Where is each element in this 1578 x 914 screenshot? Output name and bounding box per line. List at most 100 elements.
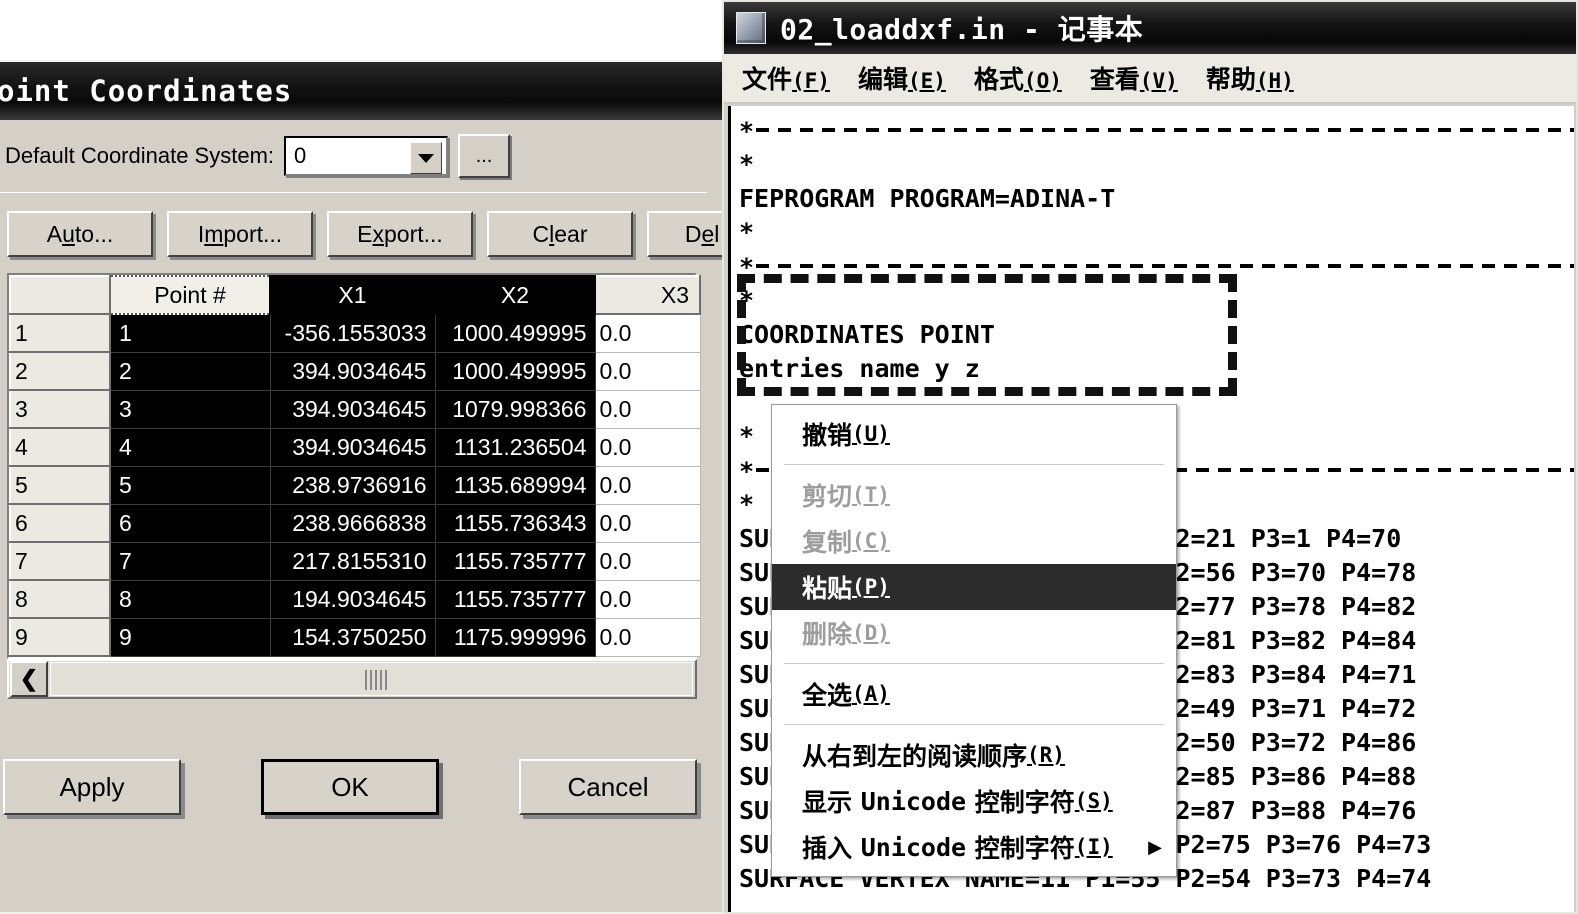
chevron-down-icon[interactable]: [410, 142, 443, 174]
menu-format[interactable]: 格式(O): [974, 60, 1062, 96]
context-menu-item-select-all[interactable]: 全选 (A): [772, 671, 1176, 717]
col-header-point[interactable]: Point #: [109, 275, 271, 315]
cell-point[interactable]: 4: [109, 427, 271, 467]
cell-point[interactable]: 9: [109, 617, 271, 657]
delete-row-button-label: Del Ro: [684, 220, 723, 247]
cell-x1[interactable]: 238.9736916: [269, 465, 436, 505]
context-menu-item-delete[interactable]: 删除 (D): [772, 610, 1176, 656]
cell-x2[interactable]: 1175.999996: [434, 617, 596, 657]
cell-x1[interactable]: 154.3750250: [269, 617, 436, 657]
col-header-x1[interactable]: X1: [269, 275, 436, 315]
cell-x3[interactable]: 0.0: [594, 541, 701, 581]
export-button[interactable]: Export...: [327, 211, 473, 257]
asterisk-glyph: *: [739, 252, 755, 282]
cell-x2[interactable]: 1155.735777: [434, 541, 596, 581]
cell-point[interactable]: 5: [109, 465, 271, 505]
table-row[interactable]: 8 8 194.9034645 1155.735777 0.0: [9, 579, 701, 619]
table-row[interactable]: 1 1 -356.1553033 1000.499995 0.0: [9, 313, 701, 353]
cell-x1[interactable]: 394.9034645: [269, 427, 436, 467]
notepad-menubar: 文件(F) 编辑(E) 格式(O) 查看(V) 帮助(H): [724, 54, 1576, 104]
cell-x1[interactable]: 217.8155310: [269, 541, 436, 581]
cell-x2[interactable]: 1155.735777: [434, 579, 596, 619]
table-body: 1 1 -356.1553033 1000.499995 0.0 2 2 394…: [9, 313, 701, 657]
context-menu: 撤销 (U) 剪切 (T) 复制 (C) 粘贴 (P) 删除 (D) 全选 (A) 从右到左…: [771, 404, 1177, 877]
cell-point[interactable]: 3: [109, 389, 271, 429]
dialog-title: oint Coordinates: [0, 74, 293, 108]
row-index: 5: [9, 465, 111, 505]
notepad-window: 02_loaddxf.in - 记事本 文件(F) 编辑(E) 格式(O) 查看…: [722, 0, 1578, 914]
dialog-body: Default Coordinate System: 0 ... Auto...…: [0, 120, 723, 815]
cell-x2[interactable]: 1135.689994: [434, 465, 596, 505]
cell-x3[interactable]: 0.0: [594, 579, 701, 619]
context-menu-item-rtl-reading-order[interactable]: 从右到左的阅读顺序 (R): [772, 732, 1176, 778]
coordinate-system-combo[interactable]: 0: [284, 136, 449, 176]
import-button[interactable]: Import...: [167, 211, 313, 257]
cell-x3[interactable]: 0.0: [594, 389, 701, 429]
col-header-x2[interactable]: X2: [434, 275, 596, 315]
cell-x3[interactable]: 0.0: [594, 313, 701, 353]
cell-x2[interactable]: 1131.236504: [434, 427, 596, 467]
coordinate-system-label: Default Coordinate System:: [5, 143, 275, 168]
cell-x2[interactable]: 1000.499995: [434, 313, 596, 353]
ok-button[interactable]: OK: [261, 759, 439, 815]
context-menu-item-cut[interactable]: 剪切 (T): [772, 472, 1176, 518]
dialog-titlebar: oint Coordinates: [0, 62, 723, 120]
col-header-x3[interactable]: X3: [594, 275, 701, 315]
cell-point[interactable]: 7: [109, 541, 271, 581]
text-line: entries name y z: [739, 354, 980, 383]
table-row[interactable]: 7 7 217.8155310 1155.735777 0.0: [9, 541, 701, 581]
cell-x3[interactable]: 0.0: [594, 617, 701, 657]
scrollbar-grip[interactable]: [365, 670, 388, 690]
col-header-index[interactable]: [9, 275, 111, 315]
cell-point[interactable]: 8: [109, 579, 271, 619]
cell-x2[interactable]: 1155.736343: [434, 503, 596, 543]
text-line: *: [739, 150, 755, 179]
cell-x1[interactable]: 194.9034645: [269, 579, 436, 619]
row-index: 3: [9, 389, 111, 429]
context-menu-item-copy[interactable]: 复制 (C): [772, 518, 1176, 564]
import-button-label: Import...: [197, 220, 283, 247]
context-menu-item-show-unicode-control-chars[interactable]: 显示 Unicode 控制字符 (S): [772, 778, 1176, 824]
cell-x3[interactable]: 0.0: [594, 503, 701, 543]
cell-point[interactable]: 1: [109, 313, 271, 353]
table-row[interactable]: 3 3 394.9034645 1079.998366 0.0: [9, 389, 701, 429]
table-row[interactable]: 9 9 154.3750250 1175.999996 0.0: [9, 617, 701, 657]
scroll-left-icon[interactable]: ❮: [10, 661, 48, 697]
dashed-rule: [756, 128, 1574, 132]
coordinates-grid[interactable]: Point # X1 X2 X3 1 1 -356.1553033 1000.4…: [7, 273, 701, 659]
cell-x1[interactable]: -356.1553033: [269, 313, 436, 353]
point-coordinates-dialog: oint Coordinates Default Coordinate Syst…: [0, 60, 725, 914]
table-row[interactable]: 6 6 238.9666838 1155.736343 0.0: [9, 503, 701, 543]
auto-button[interactable]: Auto...: [7, 211, 153, 257]
cell-x2[interactable]: 1000.499995: [434, 351, 596, 391]
cell-x1[interactable]: 394.9034645: [269, 389, 436, 429]
text-line: COORDINATES POINT: [739, 320, 995, 349]
apply-button[interactable]: Apply: [3, 759, 181, 815]
menu-view[interactable]: 查看(V): [1090, 60, 1178, 96]
table-row[interactable]: 2 2 394.9034645 1000.499995 0.0: [9, 351, 701, 391]
context-menu-item-insert-unicode-control-char[interactable]: 插入 Unicode 控制字符 (I) ▶: [772, 824, 1176, 870]
delete-row-button[interactable]: Del Ro: [647, 211, 723, 257]
table-row[interactable]: 5 5 238.9736916 1135.689994 0.0: [9, 465, 701, 505]
coordinate-system-browse-button[interactable]: ...: [458, 134, 511, 178]
menu-help[interactable]: 帮助(H): [1206, 60, 1294, 96]
menu-file[interactable]: 文件(F): [742, 60, 830, 96]
cell-x3[interactable]: 0.0: [594, 427, 701, 467]
grid-horizontal-scrollbar[interactable]: ❮: [7, 659, 697, 699]
coordinate-system-row: Default Coordinate System: 0 ...: [0, 120, 707, 193]
cancel-button[interactable]: Cancel: [519, 759, 697, 815]
cell-point[interactable]: 6: [109, 503, 271, 543]
clear-button[interactable]: Clear: [487, 211, 633, 257]
scrollbar-track[interactable]: [50, 662, 693, 696]
menu-edit[interactable]: 编辑(E): [858, 60, 946, 96]
table-row[interactable]: 4 4 394.9034645 1131.236504 0.0: [9, 427, 701, 467]
notepad-text-area[interactable]: * * FEPROGRAM PROGRAM=ADINA-T * * * COOR…: [728, 106, 1574, 912]
context-menu-item-undo[interactable]: 撤销 (U): [772, 411, 1176, 457]
cell-x1[interactable]: 394.9034645: [269, 351, 436, 391]
cell-x3[interactable]: 0.0: [594, 351, 701, 391]
cell-x2[interactable]: 1079.998366: [434, 389, 596, 429]
cell-x1[interactable]: 238.9666838: [269, 503, 436, 543]
cell-x3[interactable]: 0.0: [594, 465, 701, 505]
context-menu-item-paste[interactable]: 粘贴 (P): [772, 564, 1176, 610]
cell-point[interactable]: 2: [109, 351, 271, 391]
